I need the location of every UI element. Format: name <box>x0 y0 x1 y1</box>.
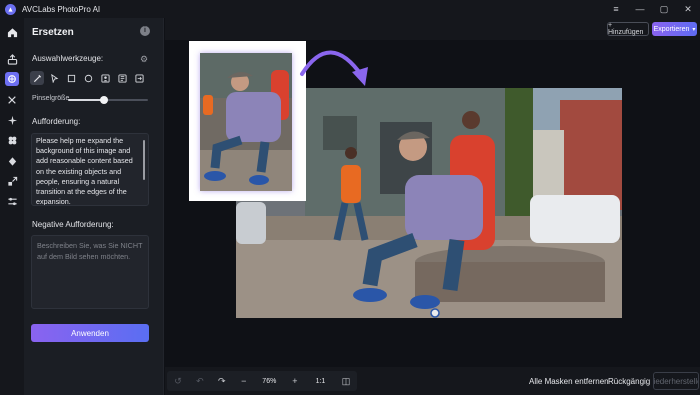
canvas-artwork <box>189 41 622 318</box>
style-icon[interactable] <box>5 133 19 147</box>
zoom-value: 76% <box>262 377 277 385</box>
menu-icon[interactable]: ≡ <box>604 0 628 18</box>
chevron-down-icon: ▾ <box>692 26 696 33</box>
remove-object-icon[interactable] <box>5 93 19 107</box>
brush-size-slider[interactable] <box>68 96 148 104</box>
upscale-icon[interactable] <box>5 52 19 66</box>
undo-icon[interactable]: ↶ <box>189 376 211 387</box>
rectangle-tool-icon[interactable] <box>64 71 78 85</box>
prompt-scrollbar[interactable] <box>143 140 145 180</box>
brush-size-knob[interactable] <box>100 96 108 104</box>
selection-toolbar <box>30 71 146 85</box>
brush-size-label: Pinselgröße <box>32 95 70 102</box>
add-button[interactable]: + Hinzufügen <box>607 22 649 36</box>
app-logo-icon <box>5 3 16 15</box>
remove-all-masks-button[interactable]: Alle Masken entfernen <box>529 377 609 386</box>
undo-button[interactable]: Rückgängig <box>608 377 650 386</box>
expand-arrow-icon <box>300 50 368 86</box>
maximize-icon[interactable]: ▢ <box>652 0 676 18</box>
compare-icon[interactable]: ◫ <box>335 376 357 387</box>
reset-icon[interactable]: ↺ <box>167 376 189 387</box>
apply-button[interactable]: Anwenden <box>31 324 149 342</box>
redo-icon[interactable]: ↷ <box>211 376 233 387</box>
original-thumbnail <box>189 41 306 201</box>
home-icon[interactable] <box>5 25 19 39</box>
zoom-in-icon[interactable]: + <box>284 376 306 386</box>
close-icon[interactable]: ✕ <box>676 0 700 18</box>
gear-icon[interactable]: ⚙ <box>140 54 148 65</box>
replace-icon[interactable] <box>5 72 19 86</box>
prompt-label: Aufforderung: <box>32 117 81 126</box>
panel-title: Ersetzen <box>32 27 74 38</box>
brush-size-fill <box>68 99 104 101</box>
top-toolbar: + Hinzufügen Exportieren ▾ <box>165 18 700 40</box>
expand-icon[interactable] <box>5 174 19 188</box>
ratio-button[interactable]: 1:1 <box>306 378 335 385</box>
negative-prompt-label: Negative Aufforderung: <box>32 220 114 229</box>
title-bar: AVCLabs PhotoPro AI ≡ — ▢ ✕ <box>0 0 700 18</box>
import-mask-icon[interactable] <box>132 71 146 85</box>
ellipse-tool-icon[interactable] <box>81 71 95 85</box>
adjust-icon[interactable] <box>5 194 19 208</box>
tool-rail <box>0 18 24 395</box>
pointer-tool-icon[interactable] <box>47 71 61 85</box>
portrait-select-icon[interactable] <box>98 71 112 85</box>
minimize-icon[interactable]: — <box>628 0 652 18</box>
auto-select-icon[interactable] <box>115 71 129 85</box>
window-controls: ≡ — ▢ ✕ <box>604 0 700 18</box>
export-label: Exportieren <box>653 25 690 33</box>
brush-tool-icon[interactable] <box>30 71 44 85</box>
image-canvas[interactable] <box>165 40 700 367</box>
prompt-textarea[interactable]: Please help me expand the background of … <box>31 133 149 206</box>
zoom-toolbar: ↺ ↶ ↷ − 76% + 1:1 ◫ <box>167 371 357 391</box>
info-icon[interactable]: i <box>140 26 150 36</box>
enhance-icon[interactable] <box>5 113 19 127</box>
selection-tools-label: Auswahlwerkzeuge: <box>32 54 104 63</box>
zoom-out-icon[interactable]: − <box>233 376 255 386</box>
bottom-bar: ↺ ↶ ↷ − 76% + 1:1 ◫ Alle Masken entferne… <box>165 367 700 395</box>
app-title: AVCLabs PhotoPro AI <box>22 4 101 14</box>
export-button[interactable]: Exportieren ▾ <box>652 22 697 36</box>
negative-prompt-textarea[interactable]: Beschreiben Sie, was Sie NICHT auf dem B… <box>31 235 149 309</box>
redo-button[interactable]: Wiederherstellen <box>653 372 699 390</box>
replace-panel: Ersetzen i Auswahlwerkzeuge: ⚙ Pinselgrö… <box>24 18 164 395</box>
colorize-icon[interactable] <box>5 154 19 168</box>
